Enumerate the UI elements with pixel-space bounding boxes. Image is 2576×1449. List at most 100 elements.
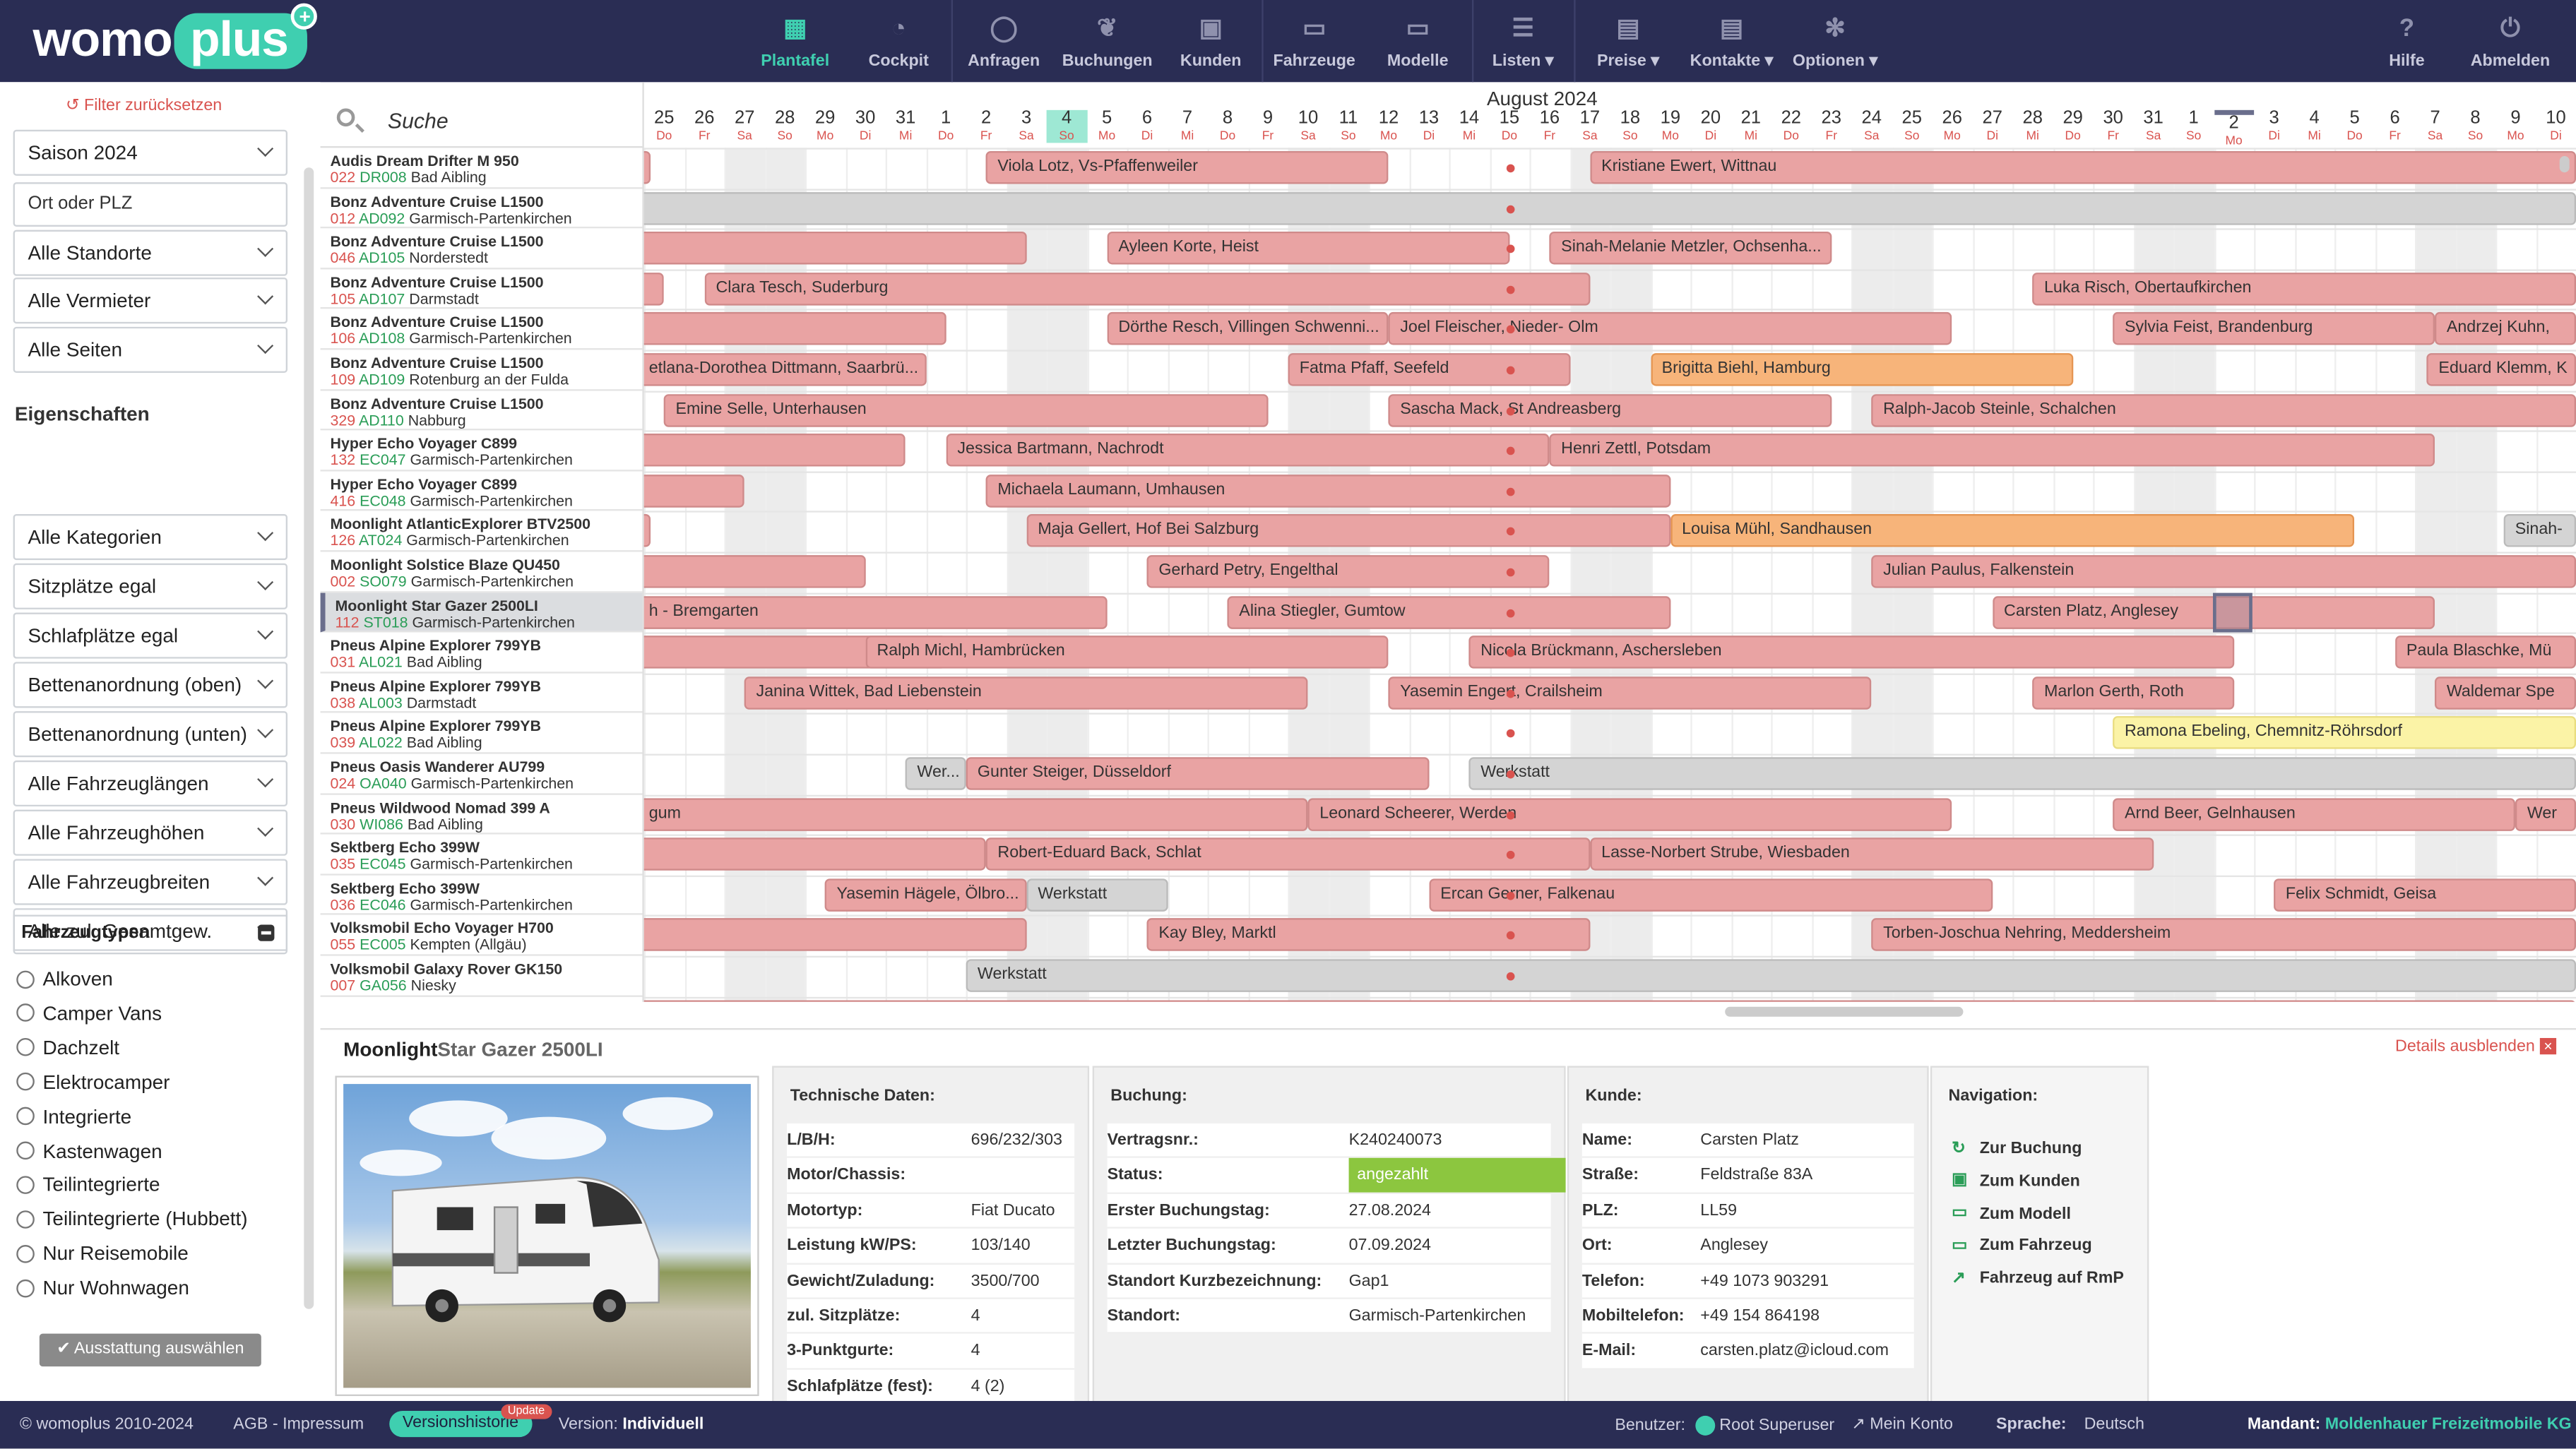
radio-icon[interactable]	[16, 1210, 35, 1229]
property-select[interactable]: Alle Fahrzeugbreiten	[13, 859, 288, 905]
booking-bar[interactable]: Louisa Mühl, Sandhausen	[1670, 514, 2355, 548]
vehicle-row[interactable]: Moonlight AtlanticExplorer BTV2500 126 AT…	[320, 511, 643, 552]
booking-bar[interactable]: Waldemar Spe	[2435, 676, 2576, 710]
booking-bar[interactable]	[643, 514, 651, 548]
workshop-block[interactable]	[643, 191, 2576, 225]
day-header[interactable]: 13 Di	[1408, 109, 1449, 143]
workshop-block[interactable]: Sinah-	[2503, 514, 2576, 548]
agb-link[interactable]: AGB - Impressum	[233, 1416, 364, 1434]
vehicle-type-option[interactable]: Teilintegrierte (Hubbett)	[16, 1208, 248, 1231]
vehicle-type-option[interactable]: Kastenwagen	[16, 1139, 162, 1162]
booking-bar[interactable]: Sinah-Melanie Metzler, Ochsenha...	[1549, 232, 1832, 265]
day-header[interactable]: 2 Mo	[2214, 109, 2255, 148]
nav-item-optionen[interactable]: ✻ Optionen ▾	[1769, 0, 1901, 82]
day-header[interactable]: 7 Mi	[1168, 109, 1208, 143]
vehicle-type-option[interactable]: Nur Reisemobile	[16, 1242, 189, 1265]
property-select[interactable]: Schlafplätze egal	[13, 612, 288, 659]
booking-bar[interactable]: Janina Wittek, Bad Liebenstein	[744, 676, 1308, 710]
radio-icon[interactable]	[16, 1073, 35, 1091]
vehicle-row[interactable]: Pneus Alpine Explorer 799YB 039 AL022 Bad…	[320, 713, 643, 754]
day-header[interactable]: 6 Fr	[2375, 109, 2415, 143]
day-header[interactable]: 23 Fr	[1811, 109, 1851, 143]
booking-bar[interactable]: etlana-Dorothea Dittmann, Saarbrü...	[643, 353, 926, 386]
detail-nav-link[interactable]: ▣ Zum Kunden	[1952, 1172, 2080, 1191]
day-header[interactable]: 24 Sa	[1851, 109, 1892, 143]
booking-bar[interactable]: Sylvia Feist, Brandenburg	[2113, 312, 2435, 346]
booking-bar[interactable]: Arnd Beer, Gelnhausen	[2113, 797, 2516, 830]
booking-bar[interactable]	[643, 474, 745, 508]
location-select[interactable]: Alle Standorte	[13, 229, 288, 276]
user-name[interactable]: Root Superuser	[1719, 1417, 1834, 1435]
booking-bar[interactable]	[643, 999, 2576, 1002]
radio-icon[interactable]	[16, 1176, 35, 1194]
day-header[interactable]: 25 Do	[644, 109, 684, 143]
booking-bar[interactable]: Viola Lotz, Vs-Pfaffenweiler	[986, 150, 1389, 184]
radio-icon[interactable]	[16, 1004, 35, 1022]
day-header[interactable]: 27 Di	[1972, 109, 2012, 143]
vehicle-row[interactable]: Pneus Wildwood Nomad 399 A 030 WI086 Bad …	[320, 794, 643, 835]
day-header[interactable]: 16 Fr	[1529, 109, 1569, 143]
detail-nav-link[interactable]: ▭ Zum Modell	[1952, 1205, 2071, 1223]
day-header[interactable]: 2 Fr	[966, 109, 1007, 143]
booking-bar[interactable]: Torben-Joschua Nehring, Meddersheim	[1871, 919, 2576, 952]
day-header[interactable]: 9 Mo	[2495, 109, 2536, 143]
booking-bar[interactable]: Gunter Steiger, Düsseldorf	[966, 757, 1429, 790]
radio-icon[interactable]	[16, 1038, 35, 1057]
vehicle-row[interactable]: Sektberg Echo 399W 036 EC046 Garmisch-Par…	[320, 875, 643, 916]
vehicle-type-option[interactable]: Camper Vans	[16, 1002, 162, 1025]
day-header[interactable]: 17 Sa	[1569, 109, 1610, 143]
day-header[interactable]: 29 Do	[2053, 109, 2093, 143]
day-header[interactable]: 29 Mo	[805, 109, 845, 143]
workshop-block[interactable]: Werkstatt	[1026, 878, 1168, 912]
vehicle-type-option[interactable]: Elektrocamper	[16, 1071, 170, 1093]
vehicle-row[interactable]: Moonlight Solstice Blaze QU450 002 SO079 …	[320, 552, 643, 592]
day-header[interactable]: 7 Sa	[2415, 109, 2455, 143]
vehicle-row[interactable]: Hyper Echo Voyager C899 416 EC048 Garmisc…	[320, 471, 643, 512]
vehicle-row[interactable]: Pneus Alpine Explorer 799YB 038 AL003 Dar…	[320, 673, 643, 714]
booking-bar[interactable]: Dörthe Resch, Villingen Schwenni...	[1107, 312, 1389, 346]
vehicle-type-option[interactable]: Dachzelt	[16, 1036, 119, 1059]
day-header[interactable]: 12 Mo	[1368, 109, 1408, 143]
day-header[interactable]: 26 Mo	[1932, 109, 1972, 143]
vehicle-types-header[interactable]: Fahrzeugtypen	[13, 914, 288, 951]
day-header[interactable]: 10 Di	[2536, 109, 2576, 143]
booking-bar[interactable]: Paula Blaschke, Mü	[2394, 636, 2576, 669]
property-select[interactable]: Bettenanordnung (oben)	[13, 662, 288, 708]
day-header[interactable]: 5 Mo	[1087, 109, 1127, 143]
property-select[interactable]: Alle Kategorien	[13, 514, 288, 561]
property-select[interactable]: Sitzplätze egal	[13, 563, 288, 609]
radio-icon[interactable]	[16, 1107, 35, 1126]
booking-bar[interactable]: Emine Selle, Unterhausen	[664, 393, 1269, 427]
language-value[interactable]: Deutsch	[2084, 1416, 2144, 1434]
booking-bar[interactable]: Ralph Michl, Hambrücken	[865, 636, 1389, 669]
booking-bar[interactable]: Leonard Scheerer, Werden	[1307, 797, 1952, 830]
equipment-select-button[interactable]: ✔ Ausstattung auswählen	[39, 1333, 261, 1367]
day-header[interactable]: 15 Do	[1489, 109, 1529, 143]
booking-bar[interactable]: Michaela Laumann, Umhausen	[986, 474, 1670, 508]
day-header[interactable]: 26 Fr	[684, 109, 725, 143]
vehicle-row[interactable]: Hyper Echo Voyager C899 132 EC047 Garmisc…	[320, 431, 643, 472]
day-header[interactable]: 3 Sa	[1007, 109, 1047, 143]
booking-bar[interactable]: Joel Fleischer, Nieder- Olm	[1388, 312, 1952, 346]
booking-bar[interactable]: Felix Schmidt, Geisa	[2274, 878, 2576, 912]
day-header[interactable]: 20 Di	[1690, 109, 1731, 143]
booking-bar[interactable]	[643, 837, 987, 871]
radio-icon[interactable]	[16, 1278, 35, 1297]
vehicle-type-option[interactable]: Alkoven	[16, 967, 113, 991]
booking-bar[interactable]	[643, 434, 906, 467]
location-input[interactable]: Ort oder PLZ	[13, 182, 288, 227]
day-header[interactable]: 3 Di	[2254, 109, 2294, 143]
vehicle-type-option[interactable]: Integrierte	[16, 1104, 131, 1128]
day-header[interactable]: 28 So	[765, 109, 805, 143]
day-header[interactable]: 28 Mi	[2012, 109, 2053, 143]
vehicle-row[interactable]: Pneus Alpine Explorer 799YB 031 AL021 Bad…	[320, 633, 643, 674]
day-header[interactable]: 30 Fr	[2093, 109, 2133, 143]
selected-cell[interactable]	[2212, 592, 2252, 633]
vehicle-row[interactable]: Volksmobil Galaxy Rover GK150	[321, 996, 643, 1002]
booking-bar[interactable]: Kay Bley, Marktl	[1147, 919, 1590, 952]
day-header[interactable]: 4 Mi	[2294, 109, 2334, 143]
booking-bar[interactable]: Wer	[2515, 797, 2576, 830]
booking-bar[interactable]: Alina Stiegler, Gumtow	[1228, 595, 1670, 628]
workshop-block[interactable]: Werkstatt	[966, 959, 2576, 992]
booking-bar[interactable]: Luka Risch, Obertaufkirchen	[2032, 272, 2576, 306]
